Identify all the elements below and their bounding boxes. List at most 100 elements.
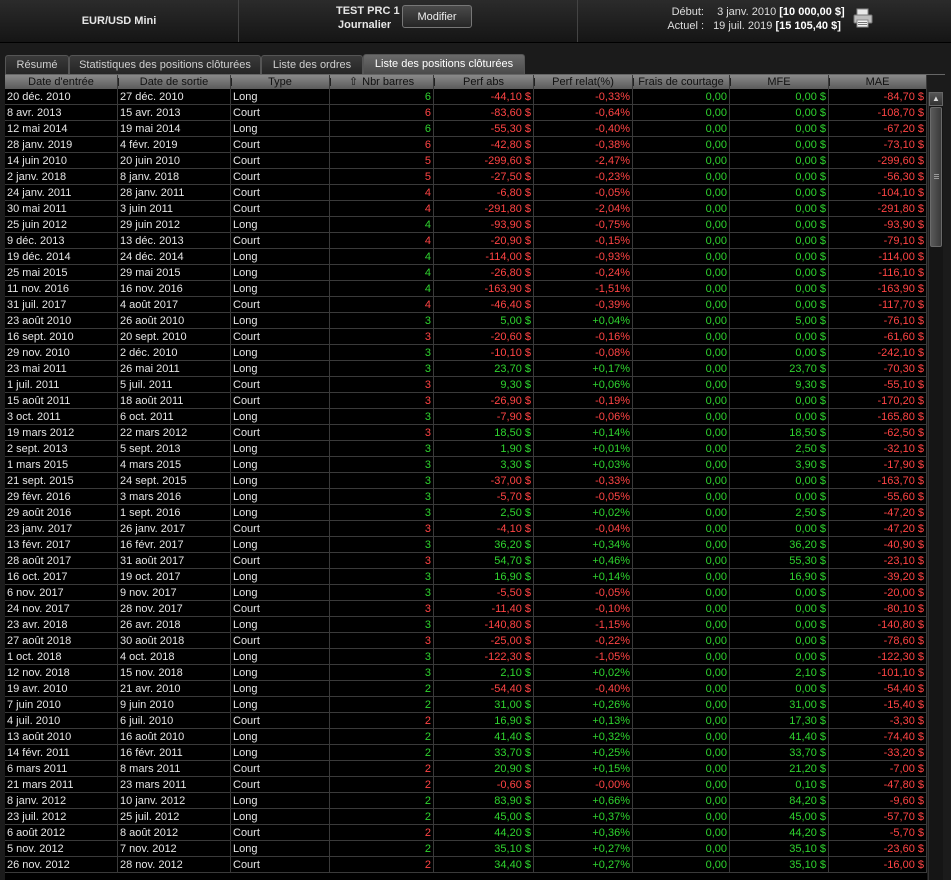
table-row[interactable]: 29 nov. 2010 2 déc. 2010 Long 3 -10,10 $ -0,0… [5,345,927,361]
table-row[interactable]: 23 mai 2011 26 mai 2011 Long 3 23,70 $ +0,17%… [5,361,927,377]
tab-orders-list[interactable]: Liste des ordres [261,55,363,74]
table-row[interactable]: 9 déc. 2013 13 déc. 2013 Court 4 -20,90 $ -0,… [5,233,927,249]
table-row[interactable]: 26 nov. 2012 28 nov. 2012 Court 2 34,40 $ +0,… [5,857,927,873]
table-row[interactable]: 29 févr. 2016 3 mars 2016 Long 3 -5,70 $ -0,0… [5,489,927,505]
cell-bar-count: 4 [330,249,434,264]
table-row[interactable]: 23 avr. 2018 26 avr. 2018 Long 3 -140,80 $ -1… [5,617,927,633]
table-row[interactable]: 31 juil. 2017 4 août 2017 Court 4 -46,40 $ -0… [5,297,927,313]
table-row[interactable]: 1 mars 2015 4 mars 2015 Long 3 3,30 $ +0,03% 0… [5,457,927,473]
table-row[interactable]: 14 juin 2010 20 juin 2010 Court 5 -299,60 $ -… [5,153,927,169]
cell-mae: -55,60 $ [829,489,927,504]
table-row[interactable]: 28 janv. 2019 4 févr. 2019 Court 6 -42,80 $ -… [5,137,927,153]
cell-entry-date: 28 août 2017 [5,553,118,568]
table-row[interactable]: 21 sept. 2015 24 sept. 2015 Long 3 -37,00 $ -… [5,473,927,489]
table-row[interactable]: 2 janv. 2018 8 janv. 2018 Court 5 -27,50 $ -0… [5,169,927,185]
table-row[interactable]: 7 juin 2010 9 juin 2010 Long 2 31,00 $ +0,26%… [5,697,927,713]
cell-perf-abs: -122,30 $ [434,649,534,664]
current-date: 19 juil. 2019 [713,20,773,32]
cell-mae: -165,80 $ [829,409,927,424]
table-row[interactable]: 25 mai 2015 29 mai 2015 Long 4 -26,80 $ -0,24… [5,265,927,281]
modify-button[interactable]: Modifier [402,5,472,28]
table-row[interactable]: 27 août 2018 30 août 2018 Court 3 -25,00 $ -0… [5,633,927,649]
table-row[interactable]: 14 févr. 2011 16 févr. 2011 Long 2 33,70 $ +0… [5,745,927,761]
table-row[interactable]: 21 mars 2011 23 mars 2011 Court 2 -0,60 $ -0,… [5,777,927,793]
table-row[interactable]: 19 mars 2012 22 mars 2012 Court 3 18,50 $ +0,… [5,425,927,441]
cell-mfe: 31,00 $ [730,697,829,712]
cell-entry-date: 1 juil. 2011 [5,377,118,392]
table-row[interactable]: 25 juin 2012 29 juin 2012 Long 4 -93,90 $ -0,… [5,217,927,233]
table-row[interactable]: 23 août 2010 26 août 2010 Long 3 5,00 $ +0,04… [5,313,927,329]
divider [577,0,578,42]
tab-closed-positions-stats[interactable]: Statistiques des positions clôturées [69,55,261,74]
cell-mae: -23,10 $ [829,553,927,568]
column-header-fees[interactable]: Frais de courtage [633,75,730,89]
cell-type: Long [231,473,330,488]
column-header-mfe[interactable]: MFE [730,75,829,89]
start-line: Début: 3 janv. 2010 [10 000,00 $] [660,5,845,19]
cell-perf-abs: 35,10 $ [434,841,534,856]
table-row[interactable]: 12 nov. 2018 15 nov. 2018 Long 3 2,10 $ +0,02… [5,665,927,681]
column-header-type[interactable]: Type [231,75,330,89]
cell-fees: 0,00 [633,425,730,440]
cell-perf-rel: +0,14% [534,425,633,440]
table-row[interactable]: 28 août 2017 31 août 2017 Court 3 54,70 $ +0,… [5,553,927,569]
table-row[interactable]: 8 janv. 2012 10 janv. 2012 Long 2 83,90 $ +0,… [5,793,927,809]
table-row[interactable]: 15 août 2011 18 août 2011 Court 3 -26,90 $ -0… [5,393,927,409]
cell-type: Long [231,585,330,600]
table-row[interactable]: 6 mars 2011 8 mars 2011 Court 2 20,90 $ +0,15… [5,761,927,777]
table-row[interactable]: 2 sept. 2013 5 sept. 2013 Long 3 1,90 $ +0,01… [5,441,927,457]
table-row[interactable]: 8 avr. 2013 15 avr. 2013 Court 6 -83,60 $ -0,… [5,105,927,121]
column-label: MFE [767,76,791,88]
table-row[interactable]: 16 sept. 2010 20 sept. 2010 Court 3 -20,60 $… [5,329,927,345]
table-row[interactable]: 13 août 2010 16 août 2010 Long 2 41,40 $ +0,3… [5,729,927,745]
tab-closed-positions-list[interactable]: Liste des positions clôturées [363,54,525,74]
table-row[interactable]: 23 juil. 2012 25 juil. 2012 Long 2 45,00 $ +0… [5,809,927,825]
table-row[interactable]: 12 mai 2014 19 mai 2014 Long 6 -55,30 $ -0,40… [5,121,927,137]
cell-type: Court [231,601,330,616]
cell-entry-date: 8 avr. 2013 [5,105,118,120]
tab-summary[interactable]: Résumé [5,55,69,74]
table-row[interactable]: 16 oct. 2017 19 oct. 2017 Long 3 16,90 $ +0,1… [5,569,927,585]
table-row[interactable]: 23 janv. 2017 26 janv. 2017 Court 3 -4,10 $ -… [5,521,927,537]
table-row[interactable]: 20 déc. 2010 27 déc. 2010 Long 6 -44,10 $ -0,… [5,89,927,105]
cell-bar-count: 4 [330,201,434,216]
column-header-entry-date[interactable]: Date d'entrée [5,75,118,89]
printer-icon[interactable] [852,8,874,28]
table-row[interactable]: 29 août 2016 1 sept. 2016 Long 3 2,50 $ +0,02… [5,505,927,521]
cell-perf-rel: -0,33% [534,473,633,488]
vertical-scrollbar[interactable]: ▲ [928,92,943,880]
table-row[interactable]: 13 févr. 2017 16 févr. 2017 Long 3 36,20 $ +0… [5,537,927,553]
table-row[interactable]: 1 juil. 2011 5 juil. 2011 Court 3 9,30 $ +0,0… [5,377,927,393]
table-row[interactable]: 30 mai 2011 3 juin 2011 Court 4 -291,80 $ -2,… [5,201,927,217]
table-row[interactable]: 11 nov. 2016 16 nov. 2016 Long 4 -163,90 $ -1… [5,281,927,297]
cell-exit-date: 28 janv. 2011 [118,185,231,200]
column-header-mae[interactable]: MAE [829,75,927,89]
scroll-up-icon[interactable]: ▲ [929,92,943,106]
cell-perf-abs: -37,00 $ [434,473,534,488]
scroll-thumb[interactable] [930,107,942,247]
cell-perf-rel: +0,17% [534,361,633,376]
cell-mfe: 21,20 $ [730,761,829,776]
cell-mae: -117,70 $ [829,297,927,312]
table-row[interactable]: 19 déc. 2014 24 déc. 2014 Long 4 -114,00 $ -0… [5,249,927,265]
cell-bar-count: 3 [330,585,434,600]
cell-exit-date: 3 mars 2016 [118,489,231,504]
cell-mfe: 0,00 $ [730,585,829,600]
column-header-bar-count[interactable]: ⇧ Nbr barres [330,75,434,89]
cell-perf-abs: 2,10 $ [434,665,534,680]
table-row[interactable]: 24 nov. 2017 28 nov. 2017 Court 3 -11,40 $ -0… [5,601,927,617]
table-row[interactable]: 24 janv. 2011 28 janv. 2011 Court 4 -6,80 $ -… [5,185,927,201]
table-row[interactable]: 5 nov. 2012 7 nov. 2012 Long 2 35,10 $ +0,27%… [5,841,927,857]
table-row[interactable]: 1 oct. 2018 4 oct. 2018 Long 3 -122,30 $ -1,0… [5,649,927,665]
cell-bar-count: 2 [330,697,434,712]
column-header-perf-abs[interactable]: Perf abs [434,75,534,89]
table-row[interactable]: 4 juil. 2010 6 juil. 2010 Court 2 16,90 $ +0,… [5,713,927,729]
table-row[interactable]: 19 avr. 2010 21 avr. 2010 Long 2 -54,40 $ -0,… [5,681,927,697]
table-row[interactable]: 3 oct. 2011 6 oct. 2011 Long 3 -7,90 $ -0,06%… [5,409,927,425]
table-row[interactable]: 6 août 2012 8 août 2012 Court 2 44,20 $ +0,36… [5,825,927,841]
table-row[interactable]: 6 nov. 2017 9 nov. 2017 Long 3 -5,50 $ -0,05%… [5,585,927,601]
column-header-perf-rel[interactable]: Perf relat(%) [534,75,633,89]
cell-mfe: 2,10 $ [730,665,829,680]
column-header-exit-date[interactable]: Date de sortie [118,75,231,89]
cell-perf-abs: -26,90 $ [434,393,534,408]
